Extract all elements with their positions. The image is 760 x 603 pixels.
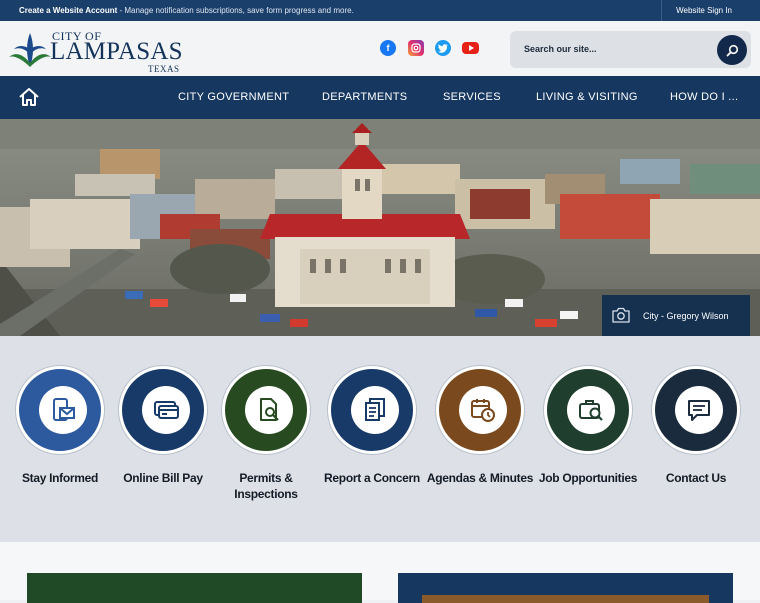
nav-services[interactable]: SERVICES: [443, 91, 501, 103]
quick-link-label: Contact Us: [665, 471, 727, 485]
youtube-icon[interactable]: [462, 42, 479, 54]
card-image-strip: [422, 595, 709, 603]
nav-how-do-i[interactable]: HOW DO I ...: [670, 91, 738, 103]
quick-link-report-concern[interactable]: Report a Concern: [317, 366, 427, 526]
quick-link-label: Permits & Inspections: [234, 471, 298, 501]
top-utility-bar: Create a Website Account - Manage notifi…: [0, 0, 760, 21]
quick-link-label: Agendas & Minutes: [426, 471, 534, 485]
city-logo[interactable]: CITY OF LAMPASAS TEXAS: [8, 27, 182, 74]
quick-link-permits-inspections[interactable]: Permits & Inspections: [211, 366, 321, 526]
quick-link-circle: [436, 366, 524, 454]
quick-link-label: Online Bill Pay: [123, 471, 203, 485]
quick-link-stay-informed[interactable]: Stay Informed: [5, 366, 115, 526]
quick-links: Stay Informed Online Bill Pay Permits & …: [0, 336, 760, 542]
logo-state: TEXAS: [148, 64, 180, 74]
quick-link-agendas-minutes[interactable]: Agendas & Minutes: [425, 366, 535, 526]
logo-city-name: LAMPASAS: [50, 38, 183, 65]
quick-link-online-bill-pay[interactable]: Online Bill Pay: [108, 366, 218, 526]
credit-card-icon: [142, 386, 190, 434]
quick-link-circle: [652, 366, 740, 454]
quick-link-label: Report a Concern: [324, 471, 420, 485]
photo-credit-text: City - Gregory Wilson: [643, 311, 729, 321]
quick-link-circle: [222, 366, 310, 454]
mail-device-icon: [39, 386, 87, 434]
quick-link-label: Stay Informed: [21, 471, 99, 485]
home-icon: [19, 88, 39, 106]
content-section: [0, 542, 760, 603]
news-card[interactable]: [27, 573, 362, 603]
instagram-icon[interactable]: [408, 40, 424, 56]
camera-icon: [612, 307, 630, 323]
facebook-icon[interactable]: f: [380, 40, 396, 56]
search-input[interactable]: [524, 41, 704, 57]
quick-link-contact-us[interactable]: Contact Us: [641, 366, 751, 526]
quick-link-job-opportunities[interactable]: Job Opportunities: [533, 366, 643, 526]
account-tagline: - Manage notification subscriptions, sav…: [117, 6, 354, 15]
website-sign-in-link[interactable]: Website Sign In: [661, 0, 760, 21]
site-search: [510, 31, 751, 68]
quick-link-circle: [16, 366, 104, 454]
quick-link-label: Job Opportunities: [538, 471, 638, 485]
site-header: CITY OF LAMPASAS TEXAS f: [0, 21, 760, 76]
account-promo: Create a Website Account - Manage notifi…: [19, 6, 354, 15]
quick-link-circle: [544, 366, 632, 454]
briefcase-search-icon: [567, 386, 615, 434]
search-icon: [726, 44, 738, 56]
twitter-icon[interactable]: [435, 40, 451, 56]
create-account-link[interactable]: Create a Website Account: [19, 6, 117, 15]
events-card[interactable]: [398, 573, 733, 603]
documents-icon: [351, 386, 399, 434]
logo-leaf-icon: [9, 33, 51, 67]
search-button[interactable]: [717, 35, 747, 65]
nav-departments[interactable]: DEPARTMENTS: [322, 91, 407, 103]
quick-link-circle: [328, 366, 416, 454]
quick-link-circle: [119, 366, 207, 454]
photo-credit[interactable]: City - Gregory Wilson: [602, 295, 750, 336]
nav-living-visiting[interactable]: LIVING & VISITING: [536, 91, 638, 103]
nav-city-government[interactable]: CITY GOVERNMENT: [178, 91, 289, 103]
main-navigation: CITY GOVERNMENT DEPARTMENTS SERVICES LIV…: [0, 76, 760, 119]
chat-icon: [675, 386, 723, 434]
document-search-icon: [245, 386, 293, 434]
calendar-clock-icon: [459, 386, 507, 434]
home-link[interactable]: [18, 87, 40, 107]
